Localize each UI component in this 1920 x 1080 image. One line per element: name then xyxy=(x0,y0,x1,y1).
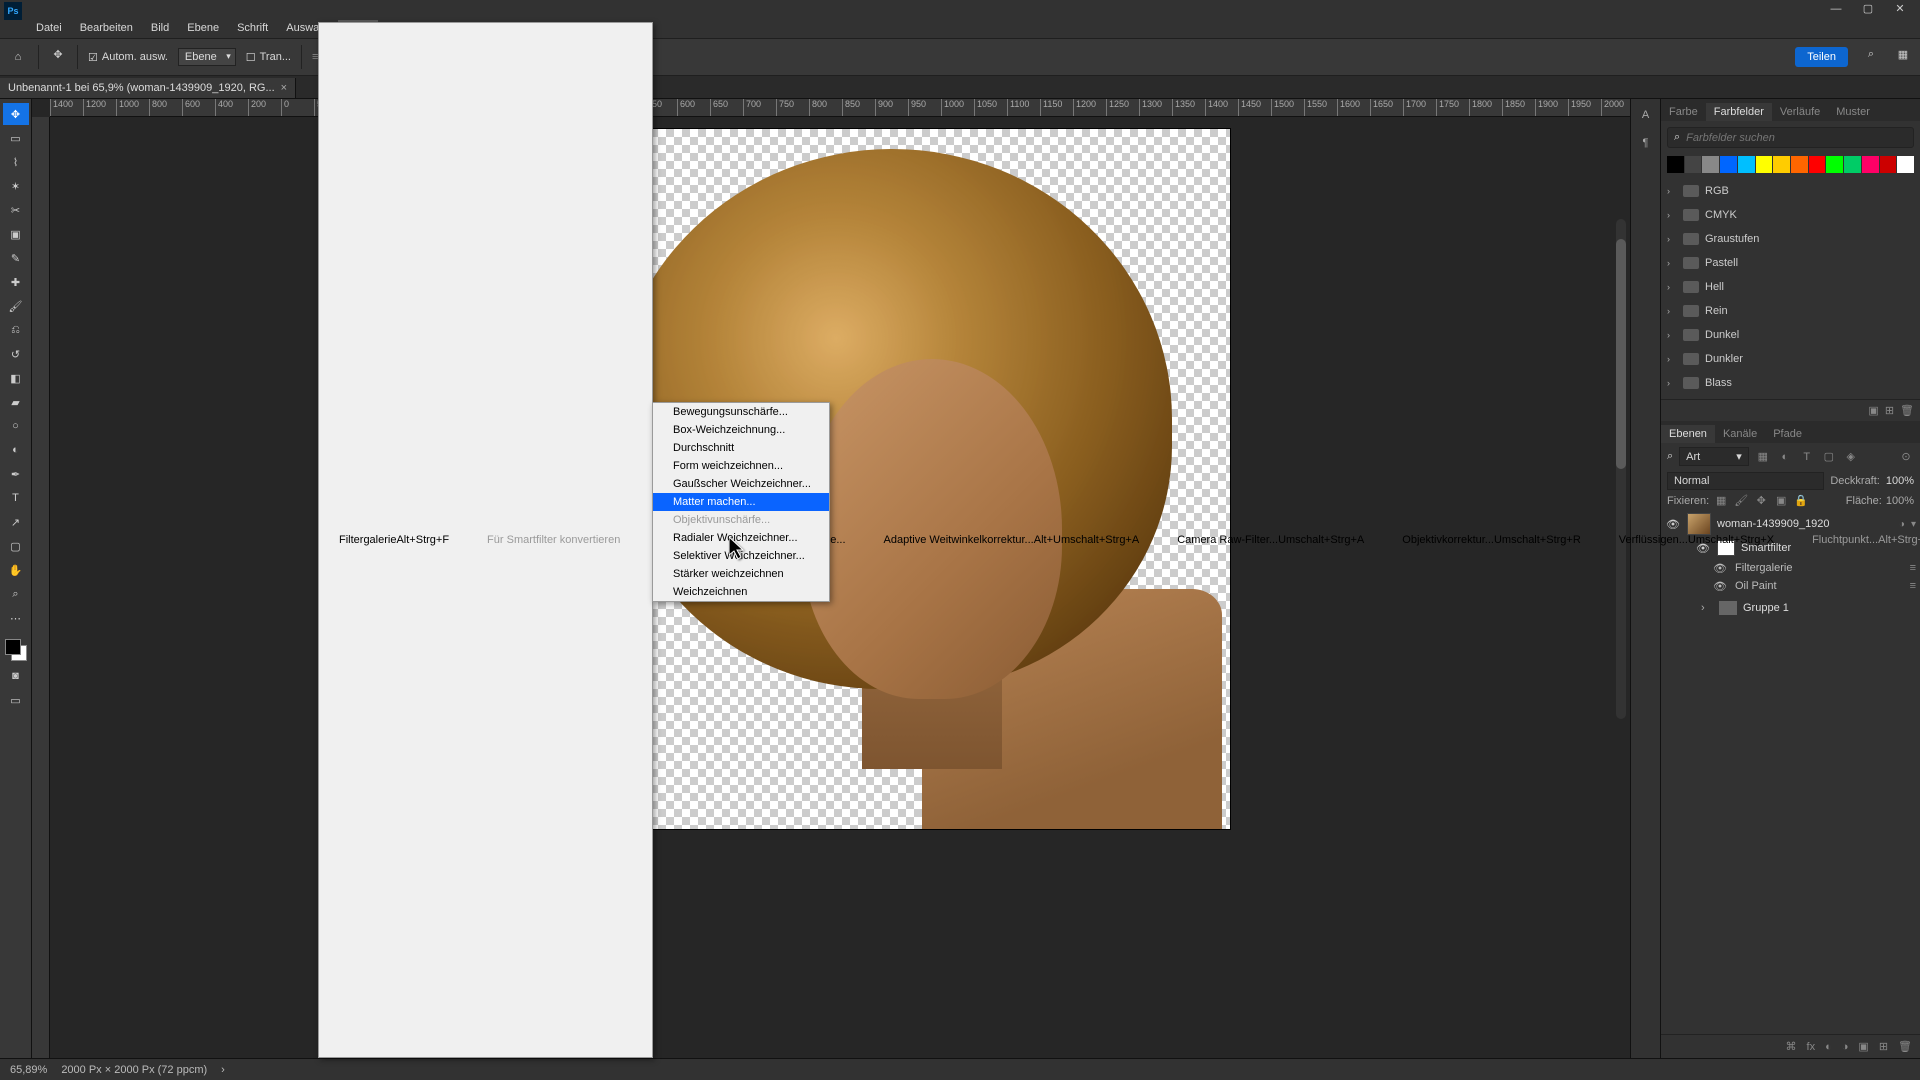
menuitem-adaptiveweitwinkelkorrektur[interactable]: Adaptive Weitwinkelkorrektur...Alt+Umsch… xyxy=(864,23,1158,1057)
blur-submenu-dropdown: Bewegungsunschärfe...Box-Weichzeichnung.… xyxy=(652,402,830,602)
menuitem-boxweichzeichnung[interactable]: Box-Weichzeichnung... xyxy=(653,421,829,439)
auto-select-checkbox[interactable]: ☑Autom. ausw. xyxy=(88,51,168,64)
heal-tool[interactable]: ✚ xyxy=(3,271,29,293)
quickmask-tool[interactable]: ◙ xyxy=(3,665,29,687)
doc-dimensions: 2000 Px × 2000 Px (72 ppcm) xyxy=(61,1064,207,1076)
menuitem-verflssigen[interactable]: Verflüssigen...Umschalt+Strg+X xyxy=(1599,23,1792,1057)
eyedropper-tool[interactable]: ✎ xyxy=(3,247,29,269)
menuitem-formweichzeichnen[interactable]: Form weichzeichnen... xyxy=(653,457,829,475)
separator xyxy=(77,45,78,69)
status-chevron-icon[interactable]: › xyxy=(221,1064,225,1076)
hand-tool[interactable]: ✋ xyxy=(3,559,29,581)
toolbox: ✥ ▭ ⌇ ✶ ✂ ▣ ✎ ✚ 🖌 ⎌ ↺ ◧ ▰ ○ ◐ ✒ T ↗ ▢ ✋ … xyxy=(0,99,32,1058)
minimize-button[interactable]: — xyxy=(1820,0,1852,18)
fg-bg-colors[interactable] xyxy=(3,637,29,663)
zoom-level[interactable]: 65,89% xyxy=(10,1064,47,1076)
menuitem-bewegungsunschrfe[interactable]: Bewegungsunschärfe... xyxy=(653,403,829,421)
app-icon: Ps xyxy=(4,2,22,20)
stamp-tool[interactable]: ⎌ xyxy=(3,319,29,341)
maximize-button[interactable]: ▢ xyxy=(1852,0,1884,18)
menuitem-gauscherweichzeichner[interactable]: Gaußscher Weichzeichner... xyxy=(653,475,829,493)
layer-select-dropdown[interactable]: Ebene xyxy=(178,48,236,66)
shape-tool[interactable]: ▢ xyxy=(3,535,29,557)
wand-tool[interactable]: ✶ xyxy=(3,175,29,197)
titlebar: — ▢ ✕ xyxy=(0,0,1920,18)
zoom-tool[interactable]: ⌕ xyxy=(3,583,29,605)
close-tab-icon[interactable]: × xyxy=(281,82,287,94)
menuitem-fluchtpunkt: Fluchtpunkt...Alt+Strg+V xyxy=(1792,23,1920,1057)
menuitem-frsmartfilterkonvertieren: Für Smartfilter konvertieren xyxy=(467,23,638,1057)
path-tool[interactable]: ↗ xyxy=(3,511,29,533)
menuitem-camerarawfilter[interactable]: Camera Raw-Filter...Umschalt+Strg+A xyxy=(1157,23,1382,1057)
menuitem-filtergalerie[interactable]: FiltergalerieAlt+Strg+F xyxy=(319,23,467,1057)
home-icon[interactable]: ⌂ xyxy=(8,47,28,67)
menuitem-mattermachen[interactable]: Matter machen... xyxy=(653,493,829,511)
brush-tool[interactable]: 🖌 xyxy=(3,295,29,317)
menu-datei[interactable]: Datei xyxy=(28,20,70,36)
menuitem-strkerweichzeichnen[interactable]: Stärker weichzeichnen xyxy=(653,565,829,583)
separator xyxy=(38,45,39,69)
menuitem-radialerweichzeichner[interactable]: Radialer Weichzeichner... xyxy=(653,529,829,547)
dodge-tool[interactable]: ◐ xyxy=(3,439,29,461)
menuitem-objektivunschrfe: Objektivunschärfe... xyxy=(653,511,829,529)
document-tab[interactable]: Unbenannt-1 bei 65,9% (woman-1439909_192… xyxy=(0,78,296,98)
menuitem-weichzeichnen[interactable]: Weichzeichnen xyxy=(653,583,829,601)
menuitem-selektiverweichzeichner[interactable]: Selektiver Weichzeichner... xyxy=(653,547,829,565)
move-tool-icon[interactable]: ✥ xyxy=(49,48,67,66)
menuitem-objektivkorrektur[interactable]: Objektivkorrektur...Umschalt+Strg+R xyxy=(1382,23,1599,1057)
history-brush-tool[interactable]: ↺ xyxy=(3,343,29,365)
ruler-vertical xyxy=(32,117,50,1058)
separator xyxy=(301,45,302,69)
menu-bearbeiten[interactable]: Bearbeiten xyxy=(72,20,141,36)
menu-bild[interactable]: Bild xyxy=(143,20,177,36)
filter-menu-dropdown: FiltergalerieAlt+Strg+FFür Smartfilter k… xyxy=(318,22,653,1058)
transform-controls-checkbox[interactable]: ☐Tran... xyxy=(246,51,291,64)
move-tool[interactable]: ✥ xyxy=(3,103,29,125)
gradient-tool[interactable]: ▰ xyxy=(3,391,29,413)
more-tools[interactable]: ⋯ xyxy=(3,607,29,629)
menuitem-durchschnitt[interactable]: Durchschnitt xyxy=(653,439,829,457)
document-tab-label: Unbenannt-1 bei 65,9% (woman-1439909_192… xyxy=(8,82,275,94)
menu-ebene[interactable]: Ebene xyxy=(179,20,227,36)
status-bar: 65,89% 2000 Px × 2000 Px (72 ppcm) › xyxy=(0,1058,1920,1080)
screenmode-tool[interactable]: ▭ xyxy=(3,689,29,711)
type-tool[interactable]: T xyxy=(3,487,29,509)
lasso-tool[interactable]: ⌇ xyxy=(3,151,29,173)
pen-tool[interactable]: ✒ xyxy=(3,463,29,485)
close-button[interactable]: ✕ xyxy=(1884,0,1916,18)
marquee-tool[interactable]: ▭ xyxy=(3,127,29,149)
blur-tool[interactable]: ○ xyxy=(3,415,29,437)
frame-tool[interactable]: ▣ xyxy=(3,223,29,245)
eraser-tool[interactable]: ◧ xyxy=(3,367,29,389)
crop-tool[interactable]: ✂ xyxy=(3,199,29,221)
menu-schrift[interactable]: Schrift xyxy=(229,20,276,36)
